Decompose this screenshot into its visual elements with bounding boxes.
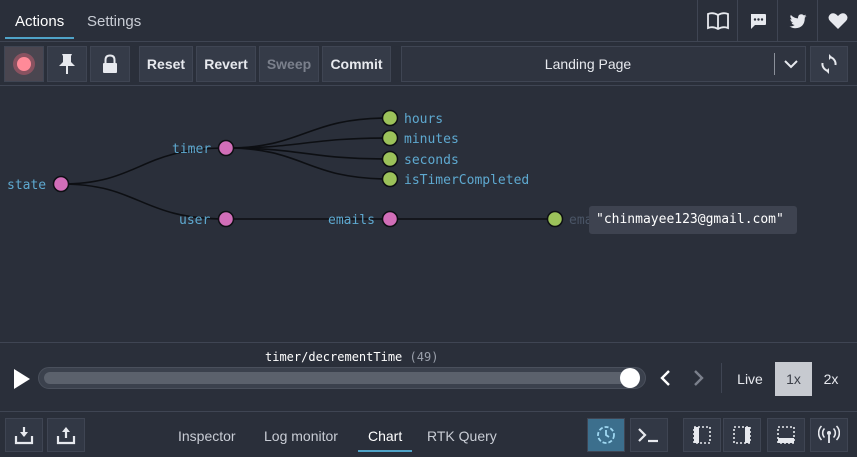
record-icon: [13, 53, 35, 75]
node-timer[interactable]: [217, 139, 235, 157]
lock-icon: [103, 54, 117, 73]
top-tab-bar: Actions Settings: [0, 0, 857, 42]
import-button[interactable]: [5, 418, 43, 452]
node-minutes[interactable]: [381, 129, 399, 147]
lock-button[interactable]: [90, 46, 130, 82]
dock-left-icon: [693, 426, 711, 444]
dock-bottom-icon: [777, 426, 795, 444]
tab-rtk-query[interactable]: RTK Query: [427, 412, 497, 457]
speed-2x-button[interactable]: 2x: [813, 362, 849, 396]
label-user: user: [179, 213, 210, 228]
export-button[interactable]: [47, 418, 85, 452]
toolbar: Reset Revert Sweep Commit Landing Page: [0, 42, 857, 86]
node-state[interactable]: [52, 175, 70, 193]
sweep-button[interactable]: Sweep: [259, 46, 319, 82]
value-tooltip: "chinmayee123@gmail.com": [589, 206, 797, 234]
monitor-select-value: Landing Page: [544, 56, 632, 72]
state-tree-chart: state timer user emails hours minutes se…: [0, 86, 857, 342]
dock-left-button[interactable]: [683, 418, 721, 452]
action-count: (49): [409, 350, 439, 364]
label-timer: timer: [172, 142, 211, 157]
pin-button[interactable]: [47, 46, 87, 82]
current-action-label: timer/decrementTime (49): [265, 350, 438, 364]
sync-icon: [821, 54, 837, 74]
chat-icon[interactable]: [737, 0, 777, 42]
node-is-timer-completed[interactable]: [381, 170, 399, 188]
play-icon: [14, 369, 30, 389]
monitor-select[interactable]: Landing Page: [401, 46, 806, 82]
slider-divider: [721, 363, 722, 393]
dock-right-icon: [733, 426, 751, 444]
tab-settings[interactable]: Settings: [87, 0, 141, 42]
upload-icon: [56, 427, 76, 445]
top-icon-group: [697, 0, 857, 42]
commit-button[interactable]: Commit: [322, 46, 391, 82]
previous-action-button[interactable]: [654, 367, 676, 389]
download-icon: [14, 427, 34, 445]
slider-handle[interactable]: [620, 368, 640, 388]
play-button[interactable]: [10, 365, 34, 393]
dock-right-button[interactable]: [723, 418, 761, 452]
revert-button[interactable]: Revert: [196, 46, 256, 82]
chevron-right-icon: [694, 370, 704, 386]
link-timer-completed: [225, 147, 391, 180]
history-icon: [597, 426, 615, 444]
tab-chart[interactable]: Chart: [357, 412, 413, 457]
persist-button[interactable]: [587, 418, 625, 452]
remote-button[interactable]: [810, 418, 848, 452]
broadcast-icon: [818, 425, 840, 443]
terminal-icon: [638, 428, 658, 443]
label-is-timer-completed: isTimerCompleted: [404, 173, 529, 188]
node-user[interactable]: [217, 210, 235, 228]
tab-actions[interactable]: Actions: [4, 0, 75, 42]
node-emails[interactable]: [381, 210, 399, 228]
node-hours[interactable]: [381, 109, 399, 127]
label-minutes: minutes: [404, 132, 459, 147]
twitter-icon[interactable]: [777, 0, 817, 42]
live-button[interactable]: Live: [731, 362, 769, 396]
label-state: state: [7, 178, 46, 193]
dock-bottom-button[interactable]: [767, 418, 805, 452]
label-emails: emails: [328, 213, 375, 228]
node-email[interactable]: [546, 210, 564, 228]
slider-fill: [44, 372, 640, 384]
reset-button[interactable]: Reset: [139, 46, 193, 82]
label-hours: hours: [404, 112, 443, 127]
bottom-bar: Inspector Log monitor Chart RTK Query: [0, 412, 857, 457]
sync-button[interactable]: [810, 46, 848, 82]
action-slider-bar: timer/decrementTime (49) Live 1x 2x: [0, 342, 857, 412]
action-name: timer/decrementTime: [265, 350, 403, 364]
label-seconds: seconds: [404, 153, 459, 168]
tab-inspector[interactable]: Inspector: [178, 412, 236, 457]
heart-icon[interactable]: [817, 0, 857, 42]
speed-1x-button[interactable]: 1x: [775, 362, 812, 396]
slider-track[interactable]: [38, 367, 646, 389]
pin-icon: [59, 54, 75, 74]
book-icon[interactable]: [697, 0, 737, 42]
tab-log-monitor[interactable]: Log monitor: [264, 412, 338, 457]
console-button[interactable]: [630, 418, 668, 452]
record-button[interactable]: [4, 46, 44, 82]
chevron-left-icon: [660, 370, 670, 386]
chevron-down-icon[interactable]: [775, 47, 806, 81]
next-action-button[interactable]: [688, 367, 710, 389]
node-seconds[interactable]: [381, 150, 399, 168]
